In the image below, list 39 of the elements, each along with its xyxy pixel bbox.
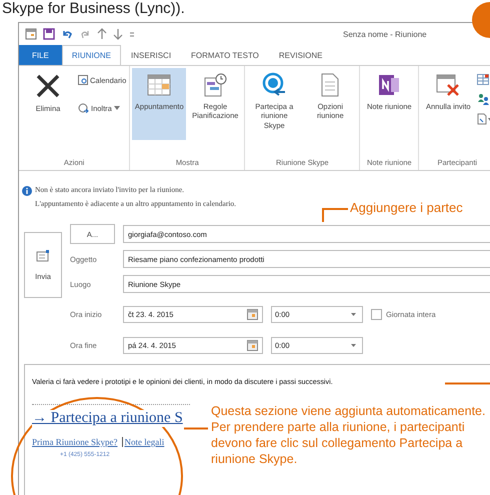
- info-icon: [22, 186, 32, 196]
- people-icon[interactable]: [477, 93, 490, 105]
- slide-marker: [470, 0, 490, 40]
- ribbon-tab[interactable]: REVISIONE: [268, 45, 332, 65]
- first-meeting-link[interactable]: Prima Riunione Skype?: [32, 437, 118, 447]
- save-icon[interactable]: [43, 28, 55, 40]
- up-arrow-icon[interactable]: [97, 28, 107, 40]
- leader-line: [322, 208, 348, 222]
- document-icon: [319, 72, 342, 98]
- calendar-icon[interactable]: [247, 340, 258, 351]
- callout-text: Aggiungere i partec: [350, 200, 463, 215]
- table-icon[interactable]: [477, 74, 490, 85]
- caret-icon: [351, 344, 356, 347]
- document-icon[interactable]: [477, 113, 490, 125]
- x-icon: [34, 72, 62, 100]
- ribbon-tab[interactable]: RIUNIONE: [62, 45, 122, 65]
- undo-icon[interactable]: [61, 28, 73, 40]
- skype-join-icon: [261, 72, 288, 98]
- forward-icon: [78, 103, 89, 113]
- redo-icon[interactable]: [79, 28, 91, 40]
- caret-icon: [114, 106, 120, 110]
- down-arrow-icon[interactable]: [113, 28, 123, 40]
- ribbon-tab[interactable]: FORMATO TESTO: [181, 45, 269, 65]
- caret-icon: [351, 313, 356, 316]
- leader-line: [445, 382, 490, 385]
- envelope-icon: [36, 250, 50, 262]
- ribbon-tab[interactable]: INSERISCI: [121, 45, 182, 65]
- ribbon-tab[interactable]: FILE: [19, 45, 62, 65]
- cancel-calendar-icon: [435, 72, 462, 98]
- calendar-icon[interactable]: [25, 28, 37, 40]
- window-title: Senza nome - Riunione: [343, 30, 427, 38]
- caption-text: Skype for Business (Lync)).: [1, 0, 186, 19]
- leader-line: [184, 427, 208, 430]
- legal-link[interactable]: Note legali: [122, 437, 164, 447]
- checkbox[interactable]: [371, 309, 382, 320]
- calendar-icon: [146, 72, 172, 98]
- schedule-icon: [202, 72, 228, 98]
- calendar-icon[interactable]: [247, 309, 258, 320]
- callout-text: Questa sezione viene aggiunta automaticamente. Per prendere parte alla riunione, i partecipanti devono fare clic sul collegamento Partecipa a riunione Skype.: [211, 403, 486, 467]
